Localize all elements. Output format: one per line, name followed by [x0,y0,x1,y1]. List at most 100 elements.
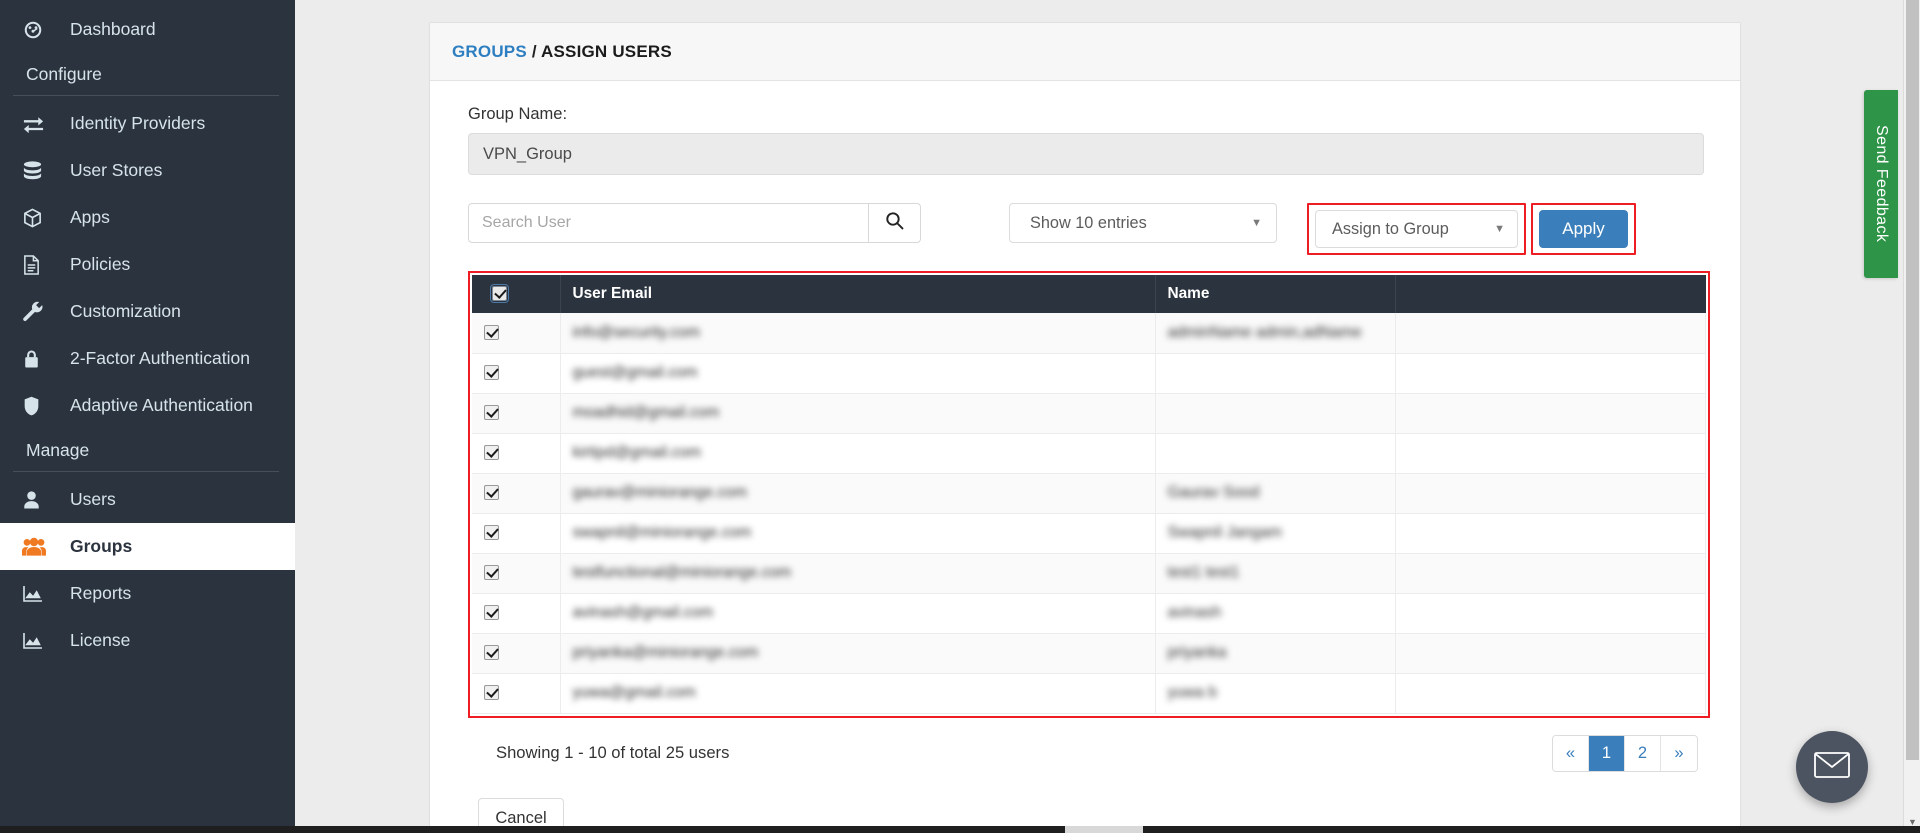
row-select-cell [472,393,561,434]
user-email-text: avinash@gmail.com [572,604,714,621]
chevron-down-icon: ▼ [1494,223,1505,235]
cell-name: yuwa b [1155,673,1396,714]
row-checkbox[interactable] [484,525,499,541]
sidebar-item-groups[interactable]: Groups [0,523,295,570]
table-row[interactable]: gaurav@miniorange.com Gaurav Sood [472,473,1706,514]
cell-name: Swapnil Jangam [1155,513,1396,554]
cell-user-email: gaurav@miniorange.com [560,473,1156,514]
cell-name: Gaurav Sood [1155,473,1396,514]
send-feedback-label: Send Feedback [1873,125,1890,243]
pagination-page-1[interactable]: 1 [1589,735,1625,771]
table-row[interactable]: swapnil@miniorange.com Swapnil Jangam [472,513,1706,554]
row-checkbox[interactable] [484,645,499,661]
cell-user-email: yuwa@gmail.com [560,673,1156,714]
column-header-user-email[interactable]: User Email [560,275,1156,313]
page-scrollbar[interactable]: ▼ [1903,0,1920,833]
apply-button[interactable]: Apply [1539,210,1628,248]
table-row[interactable]: info@security.com adminName admin,adName [472,313,1706,354]
sidebar-item-label: Reports [70,583,132,603]
pagination-page-2[interactable]: 2 [1625,735,1661,771]
row-checkbox[interactable] [484,405,499,421]
table-row[interactable]: yuwa@gmail.com yuwa b [472,673,1706,714]
search-input[interactable] [468,203,868,243]
user-email-text: swapnil@miniorange.com [572,524,752,541]
row-checkbox[interactable] [484,445,499,461]
chevron-down-icon: ▼ [1251,217,1262,229]
row-select-cell [472,553,561,594]
user-name-text: priyanka [1167,644,1227,661]
sidebar-item-policies[interactable]: Policies [0,241,295,288]
cell-spacer [1395,433,1706,474]
user-email-text: kirtipd@gmail.com [572,444,701,461]
column-header-name[interactable]: Name [1155,275,1396,313]
users-table-body: info@security.com adminName admin,adName g… [472,313,1706,714]
user-name-text: Gaurav Sood [1167,484,1260,501]
wrench-icon [22,301,56,323]
row-checkbox[interactable] [484,325,499,341]
sidebar: Dashboard Configure Identity Providers U… [0,0,295,833]
row-checkbox[interactable] [484,485,499,501]
table-row[interactable]: testfunctional@miniorange.com test1 test1 [472,553,1706,594]
table-header-row: User Email Name [472,275,1706,313]
sidebar-item-adaptive-authentication[interactable]: Adaptive Authentication [0,382,295,429]
pagination-next[interactable]: » [1661,735,1697,771]
pagination-prev[interactable]: « [1553,735,1589,771]
app-root: Dashboard Configure Identity Providers U… [0,0,1920,833]
sidebar-item-identity-providers[interactable]: Identity Providers [0,100,295,147]
table-row[interactable]: moadhid@gmail.com [472,393,1706,434]
breadcrumb: GROUPS / ASSIGN USERS [430,23,1740,81]
sidebar-item-2-factor-authentication[interactable]: 2-Factor Authentication [0,335,295,382]
cell-user-email: priyanka@miniorange.com [560,633,1156,674]
cell-spacer [1395,473,1706,514]
showing-count: Showing 1 - 10 of total 25 users [496,743,730,762]
cell-name [1155,393,1396,434]
row-select-cell [472,433,561,474]
sidebar-item-license[interactable]: License [0,617,295,664]
table-row[interactable]: guest@gmail.com [472,353,1706,394]
cell-user-email: info@security.com [560,313,1156,354]
users-table-highlight: User Email Name info@security.com adminNa… [468,271,1710,718]
sidebar-item-dashboard[interactable]: Dashboard [0,6,295,53]
apply-button-highlight: Apply [1531,203,1636,255]
user-name-text: yuwa b [1167,684,1217,701]
lock-icon [22,348,56,370]
sidebar-item-apps[interactable]: Apps [0,194,295,241]
users-table-head: User Email Name [472,275,1706,313]
search-button[interactable] [868,203,921,243]
sidebar-item-label: Groups [70,536,133,556]
search-group [468,203,921,243]
row-select-cell [472,313,561,354]
row-checkbox[interactable] [484,685,499,701]
cube-icon [22,207,56,229]
sidebar-item-user-stores[interactable]: User Stores [0,147,295,194]
scrollbar-thumb[interactable] [1906,0,1919,760]
row-checkbox[interactable] [484,365,499,381]
shield-icon [22,395,56,417]
cell-user-email: testfunctional@miniorange.com [560,553,1156,594]
sidebar-item-customization[interactable]: Customization [0,288,295,335]
row-checkbox[interactable] [484,565,499,581]
breadcrumb-current: ASSIGN USERS [541,42,672,61]
group-name-input[interactable] [468,133,1704,175]
sidebar-item-users[interactable]: Users [0,476,295,523]
search-icon [885,211,904,235]
entries-select[interactable]: Show 10 entries ▼ [1009,203,1277,243]
assign-to-group-select[interactable]: Assign to Group ▼ [1315,210,1518,248]
send-feedback-tab[interactable]: Send Feedback [1864,90,1898,278]
sidebar-item-label: License [70,630,131,650]
table-row[interactable]: priyanka@miniorange.com priyanka [472,633,1706,674]
cell-user-email: kirtipd@gmail.com [560,433,1156,474]
select-all-header [472,275,561,313]
sidebar-item-reports[interactable]: Reports [0,570,295,617]
table-row[interactable]: kirtipd@gmail.com [472,433,1706,474]
table-row[interactable]: avinash@gmail.com avinash [472,593,1706,634]
cell-user-email: moadhid@gmail.com [560,393,1156,434]
sidebar-item-label: Policies [70,254,131,274]
contact-mail-button[interactable] [1796,731,1868,803]
select-all-checkbox[interactable] [490,284,509,304]
breadcrumb-groups-link[interactable]: GROUPS [452,42,527,61]
cell-spacer [1395,593,1706,634]
group-name-label: Group Name: [468,105,568,123]
row-select-cell [472,513,561,554]
row-checkbox[interactable] [484,605,499,621]
